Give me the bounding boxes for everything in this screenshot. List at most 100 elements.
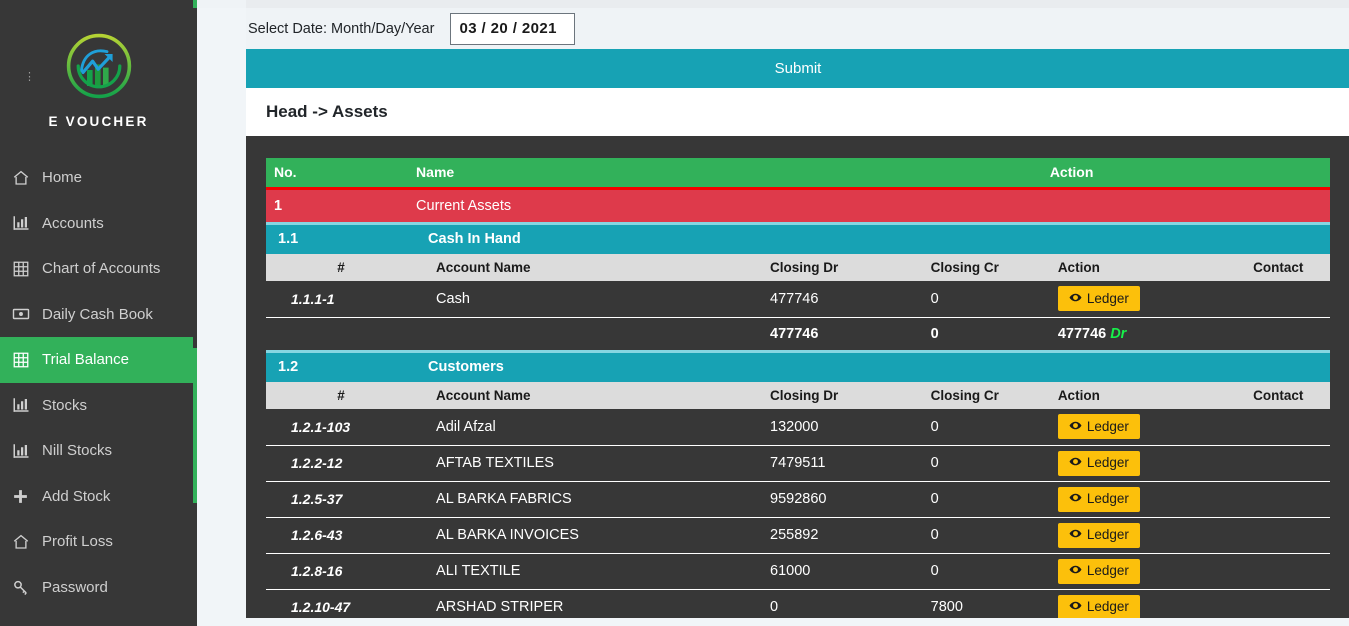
- row-cr: 0: [918, 481, 1050, 518]
- row-no: 1.1.1-1: [266, 281, 417, 318]
- row-no: 1.2.2-12: [266, 445, 417, 482]
- sidebar-item-profit-loss[interactable]: Profit Loss: [0, 519, 197, 565]
- row-contact: [1249, 517, 1330, 554]
- row-action-cell: Ledger: [1049, 589, 1250, 618]
- sidebar-item-trial-balance[interactable]: Trial Balance: [0, 337, 197, 383]
- group-row-current-assets[interactable]: 1 Current Assets: [266, 186, 1330, 223]
- sidebar-item-label: Nill Stocks: [42, 442, 113, 460]
- ledger-button-label: Ledger: [1086, 291, 1129, 306]
- row-no: 1.2.5-37: [266, 481, 417, 518]
- subtotal-balance-cell: 477746 Dr: [1049, 317, 1250, 352]
- sidebar-item-add-stock[interactable]: Add Stock: [0, 474, 197, 520]
- date-label: Select Date: Month/Day/Year: [248, 20, 435, 37]
- group-row-customers[interactable]: 1.2 Customers: [266, 349, 1330, 382]
- eye-icon: [1069, 491, 1082, 507]
- subheader-closing-dr: Closing Dr: [756, 254, 919, 281]
- header-action: Action: [1049, 158, 1250, 188]
- group-name: Customers: [416, 349, 757, 382]
- row-no: 1.2.1-103: [266, 409, 417, 446]
- header-no: No.: [266, 158, 417, 188]
- row-no: 1.2.6-43: [266, 517, 417, 554]
- sidebar-item-label: Profit Loss: [42, 533, 113, 551]
- money-bill-icon: [12, 304, 38, 324]
- group-no: 1.1: [266, 221, 417, 254]
- row-cr: 0: [918, 281, 1050, 318]
- header-name: Name: [416, 158, 757, 188]
- ledger-button[interactable]: Ledger: [1057, 450, 1140, 476]
- page-title: Head -> Assets: [266, 102, 388, 121]
- sidebar-item-label: Chart of Accounts: [42, 260, 161, 278]
- ledger-button[interactable]: Ledger: [1057, 486, 1140, 512]
- eye-icon: [1069, 455, 1082, 471]
- subheader-hash: #: [266, 254, 417, 281]
- ledger-button[interactable]: Ledger: [1057, 286, 1140, 312]
- row-account: ARSHAD STRIPER: [416, 589, 757, 618]
- sidebar: ⋮ E VOUCHER Home Accounts Chart of Accou…: [0, 0, 197, 626]
- sidebar-item-password[interactable]: Password: [0, 565, 197, 611]
- eye-icon: [1069, 527, 1082, 543]
- corner-mark: ⋮: [24, 71, 35, 83]
- table-row: 1.2.1-103 Adil Afzal 132000 0 Ledger: [266, 409, 1330, 446]
- row-no: 1.2.10-47: [266, 589, 417, 618]
- table-row: 1.2.10-47 ARSHAD STRIPER 0 7800 Ledger: [266, 589, 1330, 618]
- sidebar-item-label: Daily Cash Book: [42, 305, 153, 323]
- sidebar-item-label: Add Stock: [42, 487, 111, 505]
- ledger-button-label: Ledger: [1086, 563, 1129, 579]
- row-account: Adil Afzal: [416, 409, 757, 446]
- date-input[interactable]: [450, 12, 576, 45]
- sidebar-item-accounts[interactable]: Accounts: [0, 201, 197, 247]
- row-dr: 255892: [756, 517, 919, 554]
- row-action-cell: Ledger: [1049, 481, 1250, 518]
- row-contact: [1249, 589, 1330, 618]
- table-row: 1.2.2-12 AFTAB TEXTILES 7479511 0 Ledger: [266, 445, 1330, 482]
- brand-name: E VOUCHER: [48, 114, 149, 129]
- table-row: 1.2.8-16 ALI TEXTILE 61000 0 Ledger: [266, 553, 1330, 590]
- ledger-button[interactable]: Ledger: [1057, 414, 1140, 440]
- subheader-account: Account Name: [416, 254, 757, 281]
- sidebar-item-nill-stocks[interactable]: Nill Stocks: [0, 428, 197, 474]
- ledger-button-label: Ledger: [1086, 419, 1129, 434]
- sidebar-item-stocks[interactable]: Stocks: [0, 383, 197, 429]
- sidebar-item-chart-of-accounts[interactable]: Chart of Accounts: [0, 246, 197, 292]
- plus-icon: [12, 486, 38, 506]
- row-action-cell: Ledger: [1049, 553, 1250, 590]
- subtotal-row: 477746 0 477746 Dr: [266, 317, 1330, 352]
- home-icon: [12, 168, 38, 188]
- ledger-button-label: Ledger: [1086, 491, 1129, 507]
- row-no: 1.2.8-16: [266, 553, 417, 590]
- ledger-button[interactable]: Ledger: [1057, 522, 1140, 548]
- grid-table-icon: [12, 350, 38, 370]
- home-icon: [12, 532, 38, 552]
- subheader-closing-cr: Closing Cr: [918, 382, 1050, 409]
- evoucher-chart-logo-icon: [59, 26, 139, 111]
- ledger-button-label: Ledger: [1086, 455, 1129, 471]
- eye-icon: [1069, 291, 1082, 307]
- subheader-contact: Contact: [1249, 254, 1330, 281]
- eye-icon: [1069, 419, 1082, 435]
- subheader-hash: #: [266, 382, 417, 409]
- submit-button[interactable]: Submit: [246, 49, 1349, 88]
- row-account: AFTAB TEXTILES: [416, 445, 757, 482]
- ledger-button[interactable]: Ledger: [1057, 594, 1140, 618]
- sidebar-nav: Home Accounts Chart of Accounts Daily Ca…: [0, 155, 197, 610]
- trial-balance-table: No. Name Action 1 Current Assets 1.1 Cas…: [266, 158, 1330, 618]
- row-action-cell: Ledger: [1049, 517, 1250, 554]
- sidebar-item-home[interactable]: Home: [0, 155, 197, 201]
- group-name: Current Assets: [416, 186, 757, 223]
- row-cr: 0: [918, 445, 1050, 482]
- sidebar-item-daily-cash-book[interactable]: Daily Cash Book: [0, 292, 197, 338]
- group-name: Cash In Hand: [416, 221, 757, 254]
- row-account: Cash: [416, 281, 757, 318]
- table-row: 1.2.6-43 AL BARKA INVOICES 255892 0 Ledg…: [266, 517, 1330, 554]
- row-contact: [1249, 281, 1330, 318]
- eye-icon: [1069, 599, 1082, 615]
- row-contact: [1249, 409, 1330, 446]
- ledger-button[interactable]: Ledger: [1057, 558, 1140, 584]
- subtotal-balance-type: Dr: [1110, 325, 1127, 342]
- row-contact: [1249, 481, 1330, 518]
- group-row-cash-in-hand[interactable]: 1.1 Cash In Hand: [266, 221, 1330, 254]
- sidebar-item-label: Home: [42, 169, 83, 187]
- bar-chart-icon: [12, 395, 38, 415]
- row-action-cell: Ledger: [1049, 409, 1250, 446]
- table-row: 1.1.1-1 Cash 477746 0 Ledger: [266, 281, 1330, 318]
